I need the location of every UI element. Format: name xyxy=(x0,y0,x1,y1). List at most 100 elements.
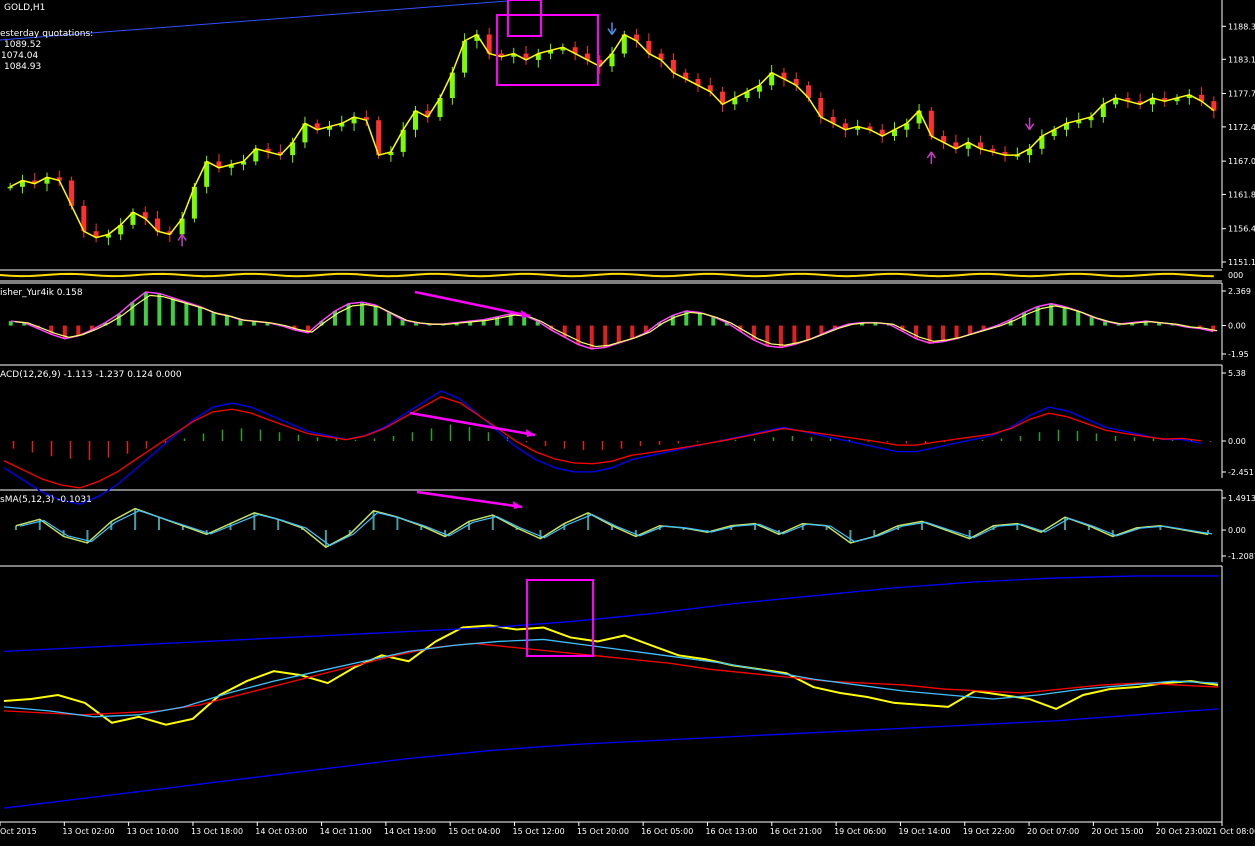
ind-tick-label-2-1: 0.00 xyxy=(1228,437,1246,446)
histogram-bar xyxy=(525,441,528,443)
bull-candle xyxy=(7,186,13,189)
histogram-bar xyxy=(130,302,135,326)
time-tick-label-8: 15 Oct 12:00 xyxy=(513,827,565,836)
histogram-bar xyxy=(1076,430,1079,442)
histogram-bar xyxy=(696,441,699,443)
time-tick-label-15: 19 Oct 22:00 xyxy=(963,827,1015,836)
chart-title: GOLD,H1 xyxy=(4,3,46,13)
time-tick-label-1: 13 Oct 02:00 xyxy=(62,827,114,836)
histogram-bar xyxy=(468,427,471,442)
histogram-bar xyxy=(1064,517,1067,531)
histogram-bar xyxy=(372,510,375,531)
ind-tick-label-1-2: -1.95 xyxy=(1228,350,1249,359)
histogram-bar xyxy=(277,519,280,531)
time-tick-label-12: 16 Oct 21:00 xyxy=(770,827,822,836)
histogram-bar xyxy=(677,441,680,444)
histogram-bar xyxy=(981,439,984,442)
histogram-bar xyxy=(449,424,452,442)
histogram-bar xyxy=(31,441,34,453)
histogram-bar xyxy=(829,438,832,442)
time-tick-label-19: 21 Oct 08:00 xyxy=(1207,827,1255,836)
histogram-bar xyxy=(297,434,300,442)
histogram-bar xyxy=(620,441,623,449)
time-tick-label-0: Oct 2015 xyxy=(0,827,37,836)
chart-canvas[interactable]: 1188.30 1183.10 1177.70 1172.45 1167.05 1161.… xyxy=(0,0,1255,842)
time-tick-label-6: 14 Oct 19:00 xyxy=(384,827,436,836)
histogram-bar xyxy=(601,441,604,450)
histogram-bar xyxy=(1133,437,1136,442)
ind-tick-label-1-0: 2.369 xyxy=(1228,287,1251,296)
time-tick-label-3: 13 Oct 18:00 xyxy=(191,827,243,836)
histogram-bar xyxy=(563,441,566,449)
histogram-bar xyxy=(1057,429,1060,442)
time-tick-label-11: 16 Oct 13:00 xyxy=(705,827,757,836)
time-tick-label-16: 20 Oct 07:00 xyxy=(1027,827,1079,836)
histogram-bar xyxy=(791,435,794,442)
histogram-bar xyxy=(170,297,175,326)
time-tick-label-14: 19 Oct 14:00 xyxy=(898,827,950,836)
time-tick-label-18: 20 Oct 23:00 xyxy=(1156,827,1208,836)
histogram-bar xyxy=(792,325,797,345)
histogram-bar xyxy=(107,441,110,458)
histogram-bar xyxy=(373,305,378,326)
histogram-bar xyxy=(278,432,281,442)
histogram-bar xyxy=(1000,438,1003,442)
price-tick-label-6: 1156.40 xyxy=(1228,225,1255,234)
panel-label-2: ACD(12,26,9) -1.113 -1.237 0.124 0.000 xyxy=(0,370,182,380)
histogram-bar xyxy=(941,325,946,342)
yesterday-close: 1084.93 xyxy=(4,62,42,72)
time-tick-label-17: 20 Oct 15:00 xyxy=(1091,827,1143,836)
panel-label-1: isher_Yur4ik 0.158 xyxy=(0,288,83,298)
histogram-bar xyxy=(76,325,81,336)
histogram-bar xyxy=(224,315,229,326)
yesterday-low: 1074.04 xyxy=(1,51,39,61)
histogram-bar xyxy=(697,312,702,326)
histogram-bar xyxy=(1152,438,1155,442)
histogram-bar xyxy=(387,312,392,326)
ind-tick-label-1-1: 0.00 xyxy=(1228,322,1246,331)
volume-tick-label: 000 xyxy=(1228,271,1243,280)
time-tick-label-10: 16 Oct 05:00 xyxy=(641,827,693,836)
ind-tick-label-2-2: -2.451 xyxy=(1228,468,1254,477)
histogram-bar xyxy=(734,439,737,442)
histogram-bar xyxy=(639,441,642,447)
time-tick-label-4: 14 Oct 03:00 xyxy=(255,827,307,836)
histogram-bar xyxy=(905,441,908,444)
histogram-bar xyxy=(1114,435,1117,442)
histogram-bar xyxy=(126,441,129,454)
ind-tick-label-3-1: 0.00 xyxy=(1228,526,1246,535)
trading-chart[interactable]: 1188.30 1183.10 1177.70 1172.45 1167.05 1161.… xyxy=(0,0,1255,842)
histogram-bar xyxy=(373,438,376,442)
histogram-bar xyxy=(333,310,338,326)
histogram-bar xyxy=(886,441,889,443)
time-tick-label-7: 15 Oct 04:00 xyxy=(448,827,500,836)
time-tick-label-5: 14 Oct 11:00 xyxy=(320,827,372,836)
price-tick-label-2: 1177.70 xyxy=(1228,90,1255,99)
histogram-bar xyxy=(582,441,585,450)
histogram-bar xyxy=(240,428,243,442)
histogram-bar xyxy=(805,325,810,341)
histogram-bar xyxy=(954,325,959,339)
histogram-bar xyxy=(1076,310,1081,326)
histogram-bar xyxy=(259,429,262,442)
histogram-bar xyxy=(772,437,775,442)
histogram-bar xyxy=(69,441,72,459)
histogram-bar xyxy=(202,433,205,442)
histogram-bar xyxy=(658,441,661,445)
yesterday-label: esterday quotations: xyxy=(0,29,94,39)
histogram-bar xyxy=(810,437,813,442)
price-tick-label-3: 1172.45 xyxy=(1228,123,1255,132)
histogram-bar xyxy=(360,302,365,326)
histogram-bar xyxy=(430,428,433,442)
histogram-bar xyxy=(616,325,621,344)
histogram-bar xyxy=(14,525,17,531)
histogram-bar xyxy=(968,325,973,335)
histogram-bar xyxy=(392,435,395,442)
histogram-bar xyxy=(603,325,608,348)
histogram-bar xyxy=(145,441,148,449)
histogram-bar xyxy=(751,325,756,341)
histogram-bar xyxy=(562,325,567,338)
histogram-bar xyxy=(50,441,53,457)
price-tick-label-1: 1183.10 xyxy=(1228,55,1255,64)
histogram-bar xyxy=(396,517,399,531)
